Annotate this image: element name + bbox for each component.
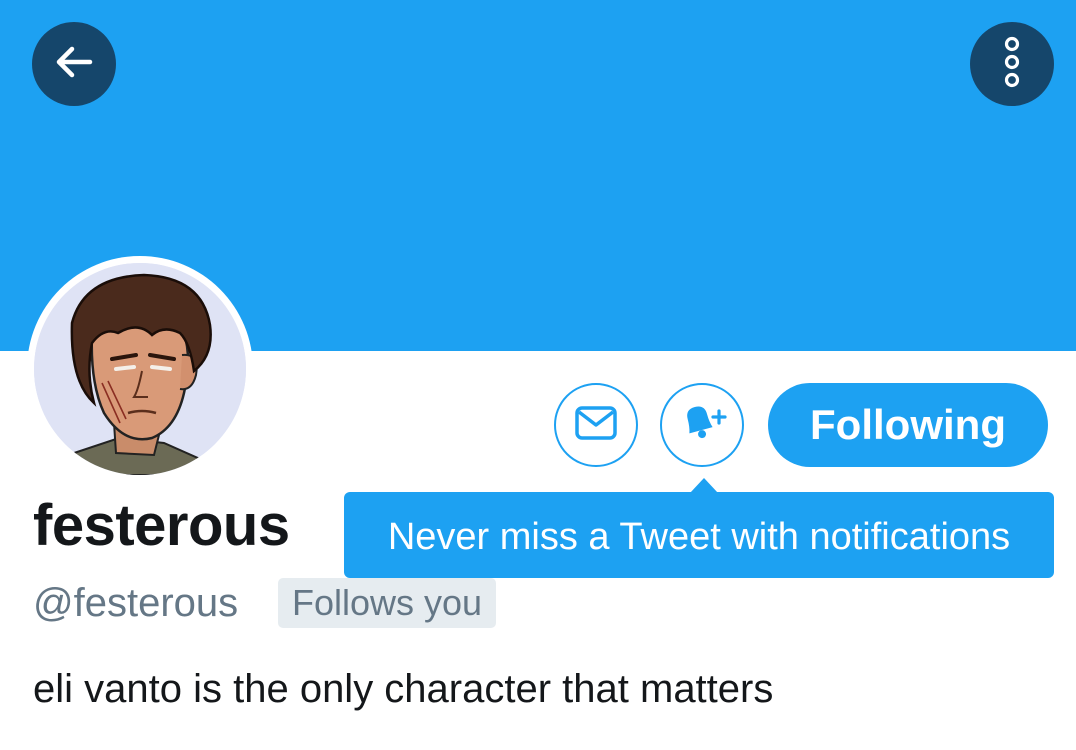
tooltip-arrow: [690, 478, 718, 493]
following-button[interactable]: Following: [768, 383, 1048, 467]
more-options-button[interactable]: [970, 22, 1054, 106]
profile-bio: eli vanto is the only character that mat…: [33, 667, 774, 711]
profile-page: Following Never miss a Tweet with notifi…: [0, 0, 1076, 750]
envelope-icon: [574, 405, 618, 446]
avatar[interactable]: [34, 263, 246, 475]
back-button[interactable]: [32, 22, 116, 106]
notifications-tooltip[interactable]: Never miss a Tweet with notifications: [344, 492, 1054, 578]
user-handle: @festerous: [33, 581, 239, 625]
message-button[interactable]: [554, 383, 638, 467]
follows-you-badge: Follows you: [278, 578, 497, 628]
avatar-frame[interactable]: [27, 256, 253, 482]
notifications-button[interactable]: [660, 383, 744, 467]
arrow-left-icon: [50, 38, 98, 91]
avatar-illustration: [34, 263, 246, 475]
display-name: festerous: [33, 493, 290, 558]
more-vertical-icon: [997, 34, 1027, 95]
bell-plus-icon: [677, 401, 727, 450]
